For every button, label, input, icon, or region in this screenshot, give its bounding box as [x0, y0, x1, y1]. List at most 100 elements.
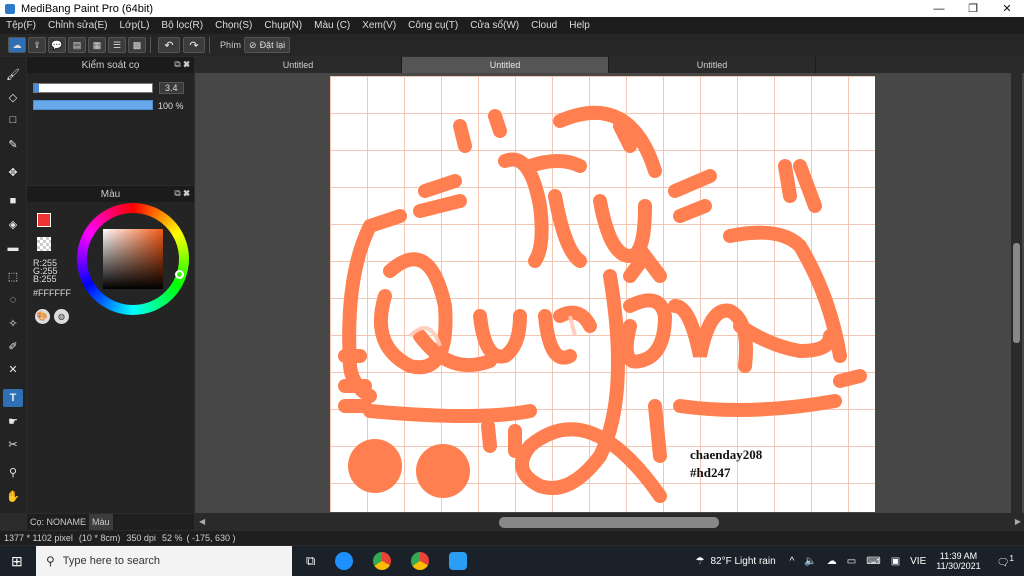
tool-palette: 🖌 ◇ □ ✎ ✥ ■ ◈ ▬ ⬚ ◌ ✧ ✐ ✕ T ☛ ✂ ⚲ ✋: [0, 57, 26, 513]
taskbar-search[interactable]: ⚲ Type here to search: [36, 546, 292, 576]
keyboard-icon[interactable]: ⌨: [866, 556, 880, 567]
brush-tab[interactable]: Cọ: NONAME: [27, 514, 89, 530]
horizontal-scrollbar[interactable]: ◀ ▶: [196, 514, 1024, 530]
dot-tool-icon[interactable]: □: [3, 111, 23, 129]
eraser-tool-icon[interactable]: ◇: [3, 88, 23, 106]
chrome-icon[interactable]: [373, 552, 392, 570]
operation-tool-icon[interactable]: ☛: [3, 412, 23, 430]
foreground-color-swatch[interactable]: [37, 213, 51, 227]
chat-list-icon[interactable]: ▤: [68, 37, 86, 53]
document-icon[interactable]: ▦: [88, 37, 106, 53]
document-tab-2[interactable]: Untitled: [402, 57, 609, 73]
document-tab-3[interactable]: Untitled: [609, 57, 816, 73]
brush-tool-icon[interactable]: 🖌: [3, 65, 23, 83]
menu-view[interactable]: Xem(V): [356, 20, 402, 31]
pen-tool-icon[interactable]: ✎: [3, 135, 23, 153]
dot-right: [416, 444, 470, 498]
menu-tools[interactable]: Công cụ(T): [402, 20, 464, 31]
windows-start-icon[interactable]: ⊞: [11, 553, 23, 570]
vertical-scrollbar[interactable]: [1011, 73, 1022, 513]
medibang-app-icon: [5, 3, 15, 14]
text-tool-icon[interactable]: T: [3, 389, 23, 407]
main-toolbar: ☁ ⇪ 💬 ▤ ▦ ☰ ▩ ↶ ↷ Phím ⊘ Đặt lại: [0, 34, 1024, 56]
share-icon[interactable]: ⇪: [28, 37, 46, 53]
hue-marker[interactable]: [175, 270, 184, 279]
lasso-icon[interactable]: ◌: [3, 291, 23, 309]
vertical-scroll-thumb[interactable]: [1013, 243, 1020, 343]
title-bar: MediBang Paint Pro (64bit) — ❐ ✕: [0, 0, 1024, 17]
menu-color[interactable]: Màu (C): [308, 20, 356, 31]
move-tool-icon[interactable]: ✥: [3, 163, 23, 181]
divide-tool-icon[interactable]: ✂: [3, 435, 23, 453]
hex-value: #FFFFFF: [33, 288, 71, 298]
menu-help[interactable]: Help: [563, 20, 596, 31]
weather-text[interactable]: 82°F Light rain: [710, 556, 775, 567]
select-eraser-icon[interactable]: ✕: [3, 360, 23, 378]
menu-filter[interactable]: Bộ lọc(R): [155, 20, 209, 31]
horizontal-scroll-thumb[interactable]: [499, 517, 719, 528]
reset-button[interactable]: ⊘ Đặt lại: [244, 37, 291, 53]
fill-rect-icon[interactable]: ■: [3, 192, 23, 210]
eyedropper-icon[interactable]: ⚲: [3, 463, 23, 481]
magic-wand-icon[interactable]: ✧: [3, 314, 23, 332]
select-rect-icon[interactable]: ⬚: [3, 267, 23, 285]
menu-capture[interactable]: Chụp(N): [258, 20, 308, 31]
brush-size-value[interactable]: 3.4: [159, 82, 184, 94]
brush-size-slider[interactable]: [33, 83, 153, 93]
system-tray: ☂ 82°F Light rain ^ 🔈 ☁ ▭ ⌨ ▣ VIE 11:39 …: [696, 546, 1024, 576]
panel-controls[interactable]: ⧉ ✖: [174, 59, 190, 70]
drawing-canvas[interactable]: chaenday208 #hd247: [330, 76, 875, 512]
grid-icon[interactable]: ▩: [128, 37, 146, 53]
clock[interactable]: 11:39 AM 11/30/2021: [936, 551, 980, 571]
windows-taskbar: ⊞ ⚲ Type here to search ⧉ ☂ 82°F Light r…: [0, 546, 1024, 576]
maximize-button[interactable]: ❐: [956, 0, 990, 17]
menu-window[interactable]: Cửa sổ(W): [464, 20, 525, 31]
scroll-left-icon[interactable]: ◀: [199, 517, 205, 526]
palette-icon[interactable]: 🎨: [35, 309, 50, 324]
color-panel: Màu ⧉ ✖ R:255 G:255 B:255 #FFFFFF 🎨 ◍: [27, 186, 194, 513]
notification-icon[interactable]: 🗨1: [997, 553, 1014, 568]
saturation-value-square[interactable]: [103, 229, 163, 289]
weather-icon[interactable]: ☂: [696, 556, 705, 567]
brush-opacity-slider[interactable]: [33, 100, 153, 110]
menu-cloud[interactable]: Cloud: [525, 20, 563, 31]
close-button[interactable]: ✕: [990, 0, 1024, 17]
language-indicator[interactable]: VIE: [910, 556, 926, 567]
window-title: MediBang Paint Pro (64bit): [21, 2, 154, 15]
bucket-tool-icon[interactable]: ◈: [3, 215, 23, 233]
clock-time: 11:39 AM: [939, 551, 978, 561]
prohibit-icon: ⊘: [249, 39, 257, 50]
cloud-icon[interactable]: ☁: [8, 37, 26, 53]
display-icon[interactable]: ▣: [891, 556, 900, 567]
color-tab[interactable]: Màu: [89, 514, 113, 530]
undo-icon[interactable]: ↶: [158, 37, 180, 53]
menu-file[interactable]: Tệp(F): [0, 20, 42, 31]
panel-list-icon[interactable]: ☰: [108, 37, 126, 53]
edge-icon[interactable]: [335, 552, 354, 570]
transparent-swatch[interactable]: [37, 237, 51, 251]
hand-tool-icon[interactable]: ✋: [3, 487, 23, 505]
cursor-coords: ( -175, 630 ): [186, 533, 236, 543]
comment-icon[interactable]: 💬: [48, 37, 66, 53]
redo-icon[interactable]: ↷: [183, 37, 205, 53]
gradient-tool-icon[interactable]: ▬: [3, 239, 23, 257]
document-tab-1[interactable]: Untitled: [195, 57, 402, 73]
chevron-up-icon[interactable]: ^: [790, 556, 795, 567]
menu-layer[interactable]: Lớp(L): [114, 20, 156, 31]
clock-date: 11/30/2021: [936, 561, 981, 571]
battery-icon[interactable]: ▭: [847, 556, 856, 567]
minimize-button[interactable]: —: [922, 0, 956, 17]
menu-edit[interactable]: Chỉnh sửa(E): [42, 20, 114, 31]
panel-controls[interactable]: ⧉ ✖: [174, 188, 190, 199]
scroll-right-icon[interactable]: ▶: [1015, 517, 1021, 526]
chrome-icon[interactable]: [411, 552, 430, 570]
credit-line-1: chaenday208: [690, 447, 763, 462]
cloud-sync-icon[interactable]: ☁: [827, 556, 837, 567]
medibang-taskbar-icon[interactable]: [449, 552, 468, 570]
select-pen-icon[interactable]: ✐: [3, 337, 23, 355]
palette-rgb-icon[interactable]: ◍: [54, 309, 69, 324]
volume-icon[interactable]: 🔈: [804, 556, 816, 567]
task-view-icon[interactable]: ⧉: [306, 553, 315, 569]
menu-select[interactable]: Chọn(S): [209, 20, 258, 31]
brush-panel-header: Kiểm soát cọ ⧉ ✖: [27, 57, 194, 73]
